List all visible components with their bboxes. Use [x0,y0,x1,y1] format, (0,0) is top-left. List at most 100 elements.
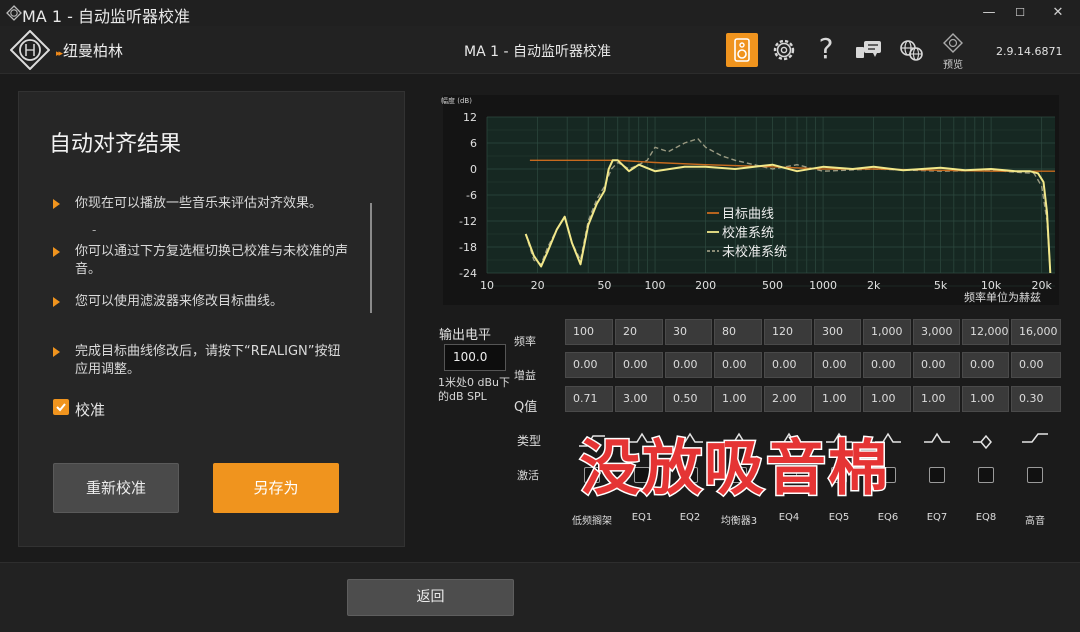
preview-label: 预览 [943,60,963,71]
calibrated-checkbox[interactable] [53,399,69,415]
band-active-checkbox[interactable] [1027,467,1043,483]
x-tick-label: 20 [531,279,545,292]
separator-dash: - [92,223,97,237]
y-tick-label: 0 [470,163,477,176]
eq-gain-field[interactable]: 0.00 [913,352,960,378]
eq-gain-field[interactable]: 0.00 [863,352,911,378]
brand-label: 纽曼柏林 [63,42,124,60]
app-title: MA 1 - 自动监听器校准 [464,44,611,60]
bullet-arrow-icon [53,347,60,357]
eq-q-field[interactable]: 0.71 [565,386,613,412]
eq-freq-field[interactable]: 1,000 [863,319,911,345]
window-titlebar: MA 1 - 自动监听器校准 — ☐ ✕ [0,0,1080,26]
row-label-type: 类型 [517,434,542,448]
x-tick-label: 100 [645,279,666,292]
eq-freq-field[interactable]: 80 [714,319,762,345]
back-button[interactable]: 返回 [347,579,514,616]
x-tick-label: 10 [480,279,494,292]
eq-freq-field[interactable]: 120 [764,319,812,345]
recalibrate-button[interactable]: 重新校准 [53,463,179,513]
y-tick-label: -6 [466,189,477,202]
overlay-caption: 没放吸音棉 [579,433,890,506]
eq-freq-field[interactable]: 16,000 [1011,319,1061,345]
eq-q-field[interactable]: 0.30 [1011,386,1061,412]
instruction-item: 完成目标曲线修改后，请按下“REALIGN”按钮应用调整。 [53,343,353,379]
eq-freq-field[interactable]: 300 [814,319,861,345]
preview-button[interactable]: 预览 [937,32,969,71]
eq-q-field[interactable]: 1.00 [863,386,911,412]
output-level-label: 输出电平 [439,328,492,343]
help-icon[interactable]: ? [812,32,840,68]
eq-q-field[interactable]: 1.00 [962,386,1009,412]
instruction-text: 你可以通过下方复选框切换已校准与未校准的声音。 [75,244,349,277]
brand-name: ▸▸ 纽曼柏林 [56,40,123,61]
x-tick-label: 500 [762,279,783,292]
bullet-arrow-icon [53,199,60,209]
y-tick-label: 6 [470,137,477,150]
brand-arrows: ▸▸ [56,49,63,59]
chat-icon [856,41,881,58]
high-shelf-icon[interactable] [1020,430,1050,452]
panel-scrollbar[interactable] [370,203,372,313]
preview-icon [943,33,963,53]
eq-gain-field[interactable]: 0.00 [714,352,762,378]
eq-freq-field[interactable]: 3,000 [913,319,960,345]
eq-gain-field[interactable]: 0.00 [814,352,861,378]
y-tick-label: 12 [463,111,477,124]
eq-q-field[interactable]: 1.00 [814,386,861,412]
legend-target-curve: 目标曲线 [722,207,774,222]
output-level-unit: 1米处0 dBu下的dB SPL [438,376,510,403]
eq-band-label: 高音 [1025,516,1045,527]
feedback-button[interactable] [853,32,885,68]
output-level-input[interactable]: 100.0 [444,344,506,371]
instruction-text: 完成目标曲线修改后，请按下“REALIGN”按钮应用调整。 [75,344,341,377]
eq-freq-field[interactable]: 100 [565,319,613,345]
close-button[interactable]: ✕ [1047,2,1069,24]
bullet-arrow-icon [53,297,60,307]
peak-filter-icon[interactable] [971,430,1001,452]
instruction-text: 你现在可以播放一些音乐来评估对齐效果。 [75,196,323,211]
eq-q-field[interactable]: 2.00 [764,386,812,412]
version-label: 2.9.14.6871 [996,45,1063,58]
footer-bar: 返回 [0,562,1080,632]
frequency-response-chart: 12 6 0 -6 -12 -18 -24 10 20 50 100 200 500 1000 2k 5k 1… [437,95,1059,305]
row-label-frequency: 频率 [514,335,536,348]
eq-gain-field[interactable]: 0.00 [764,352,812,378]
eq-freq-field[interactable]: 20 [615,319,663,345]
window-title: MA 1 - 自动监听器校准 [22,7,190,26]
instruction-item: 你现在可以播放一些音乐来评估对齐效果。 [53,195,353,213]
row-label-active: 激活 [517,469,539,482]
x-axis-label: 频率单位为赫兹 [964,290,1041,304]
settings-button[interactable] [768,32,800,68]
app-header: ▸▸ 纽曼柏林 MA 1 - 自动监听器校准 ? 预览 2.9.14.6871 [0,26,1080,74]
band-active-checkbox[interactable] [978,467,994,483]
eq-gain-field[interactable]: 0.00 [615,352,663,378]
eq-q-field[interactable]: 3.00 [615,386,663,412]
eq-gain-field[interactable]: 0.00 [1011,352,1061,378]
language-icon [900,40,923,61]
band-active-checkbox[interactable] [929,467,945,483]
checkmark-icon [56,403,66,412]
row-label-q: Q值 [514,400,538,415]
save-as-button[interactable]: 另存为 [213,463,339,513]
eq-q-field[interactable]: 1.00 [913,386,960,412]
eq-gain-field[interactable]: 0.00 [565,352,613,378]
eq-freq-field[interactable]: 12,000 [962,319,1009,345]
x-tick-label: 200 [695,279,716,292]
maximize-button[interactable]: ☐ [1009,2,1031,24]
eq-q-field[interactable]: 1.00 [714,386,762,412]
minimize-button[interactable]: — [978,2,1000,24]
bullet-arrow-icon [53,247,60,257]
peak-filter-icon[interactable] [922,430,952,452]
gear-icon [773,39,795,61]
y-tick-label: -24 [459,267,477,280]
frequency-response-plot: 1260-6-12-18-24 10 20 50 100 200 500 1000 2k 5k 1… [441,95,1059,305]
eq-gain-field[interactable]: 0.00 [665,352,712,378]
eq-gain-field[interactable]: 0.00 [962,352,1009,378]
speaker-button[interactable] [726,33,758,67]
eq-freq-field[interactable]: 30 [665,319,712,345]
legend-uncalibrated-system: 未校准系统 [722,244,787,260]
instruction-item: 您可以使用滤波器来修改目标曲线。 [53,293,353,311]
language-button[interactable] [896,32,926,68]
eq-q-field[interactable]: 0.50 [665,386,712,412]
